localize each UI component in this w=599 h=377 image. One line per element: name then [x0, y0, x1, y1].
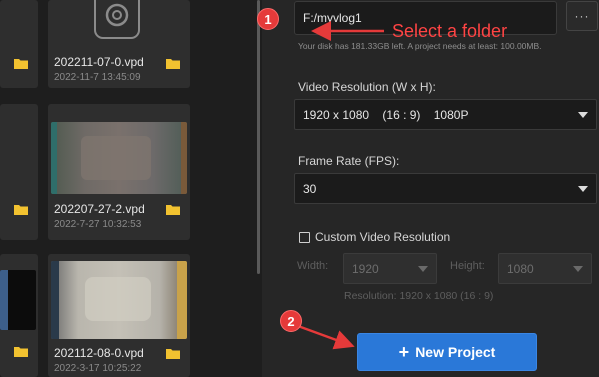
project-card-partial[interactable]	[0, 254, 38, 377]
video-resolution-label: Video Resolution (W x H):	[298, 80, 436, 94]
project-thumbnail	[51, 261, 187, 339]
width-value: 1920	[352, 261, 379, 276]
scrollbar[interactable]	[255, 0, 262, 377]
project-thumbnail	[0, 270, 36, 330]
project-name: 202112-08-0.vpd	[54, 346, 144, 360]
save-folder-value: F:/myvlog1	[303, 11, 362, 25]
resolution-summary: Resolution: 1920 x 1080 (16 : 9)	[344, 290, 494, 302]
height-select[interactable]: 1080	[498, 253, 592, 284]
project-date: 2022-11-7 13:45:09	[54, 72, 141, 83]
frame-rate-label: Frame Rate (FPS):	[298, 154, 400, 168]
folder-icon[interactable]	[166, 58, 180, 69]
folder-icon[interactable]	[14, 346, 28, 357]
new-project-button[interactable]: + New Project	[357, 333, 537, 371]
video-resolution-select[interactable]: 1920 x 1080 (16 : 9) 1080P	[294, 99, 597, 130]
project-name: 202211-07-0.vpd	[54, 55, 144, 69]
project-thumbnail	[51, 122, 187, 194]
project-logo-icon	[94, 0, 140, 39]
folder-icon[interactable]	[14, 204, 28, 215]
new-project-label: New Project	[415, 344, 496, 360]
chevron-down-icon	[578, 111, 588, 118]
chevron-down-icon	[573, 265, 583, 272]
custom-resolution-checkbox[interactable]	[299, 232, 310, 243]
browse-folder-button[interactable]: ···	[566, 1, 598, 31]
project-date: 2022-3-17 10:25:22	[54, 363, 142, 374]
chevron-down-icon	[418, 265, 428, 272]
project-card[interactable]: 202211-07-0.vpd 2022-11-7 13:45:09	[48, 0, 190, 88]
project-card-partial[interactable]	[0, 104, 38, 240]
chevron-down-icon	[578, 185, 588, 192]
project-card[interactable]: 202207-27-2.vpd 2022-7-27 10:32:53	[48, 104, 190, 240]
project-name: 202207-27-2.vpd	[54, 202, 145, 216]
width-select[interactable]: 1920	[343, 253, 437, 284]
folder-icon[interactable]	[14, 58, 28, 69]
project-list-panel: 202211-07-0.vpd 2022-11-7 13:45:09 20220…	[0, 0, 262, 377]
project-card-partial[interactable]	[0, 0, 38, 88]
frame-rate-select[interactable]: 30	[294, 173, 597, 204]
height-value: 1080	[507, 261, 534, 276]
custom-resolution-label[interactable]: Custom Video Resolution	[315, 230, 450, 244]
scrollbar-thumb[interactable]	[257, 0, 260, 274]
width-label: Width:	[297, 260, 329, 272]
folder-icon[interactable]	[166, 204, 180, 215]
step-1-note: Select a folder	[392, 21, 508, 41]
step-2-badge: 2	[280, 310, 302, 332]
project-card[interactable]: 202112-08-0.vpd 2022-3-17 10:25:22	[48, 254, 190, 377]
step-1-badge: 1	[257, 8, 279, 30]
plus-icon: +	[398, 342, 410, 362]
project-date: 2022-7-27 10:32:53	[54, 219, 142, 230]
folder-icon[interactable]	[166, 348, 180, 359]
disk-space-note: Your disk has 181.33GB left. A project n…	[298, 41, 542, 51]
frame-rate-value: 30	[303, 181, 317, 196]
video-resolution-value: 1920 x 1080 (16 : 9) 1080P	[303, 107, 469, 122]
height-label: Height:	[450, 260, 485, 272]
